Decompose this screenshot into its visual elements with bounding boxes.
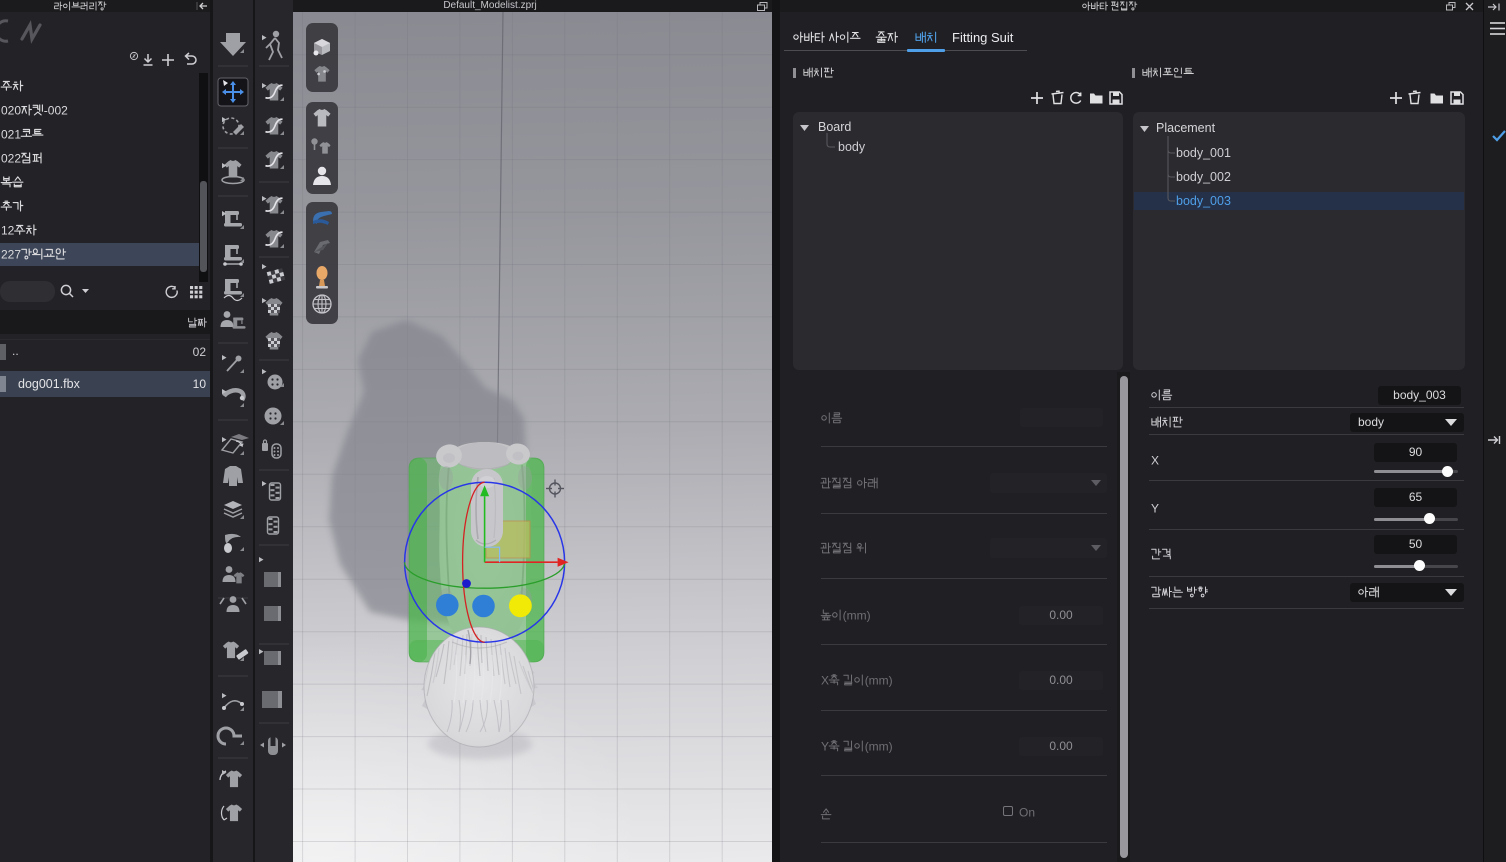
svg-text:(mm): (mm): [865, 673, 893, 687]
svg-text:(mm): (mm): [865, 739, 893, 753]
svg-text:Y: Y: [1151, 501, 1159, 515]
svg-text:Y: Y: [821, 739, 829, 753]
svg-text:On: On: [1019, 805, 1035, 819]
svg-text:X: X: [821, 673, 829, 687]
svg-text:X: X: [1151, 453, 1159, 467]
svg-text:(mm): (mm): [843, 608, 871, 622]
